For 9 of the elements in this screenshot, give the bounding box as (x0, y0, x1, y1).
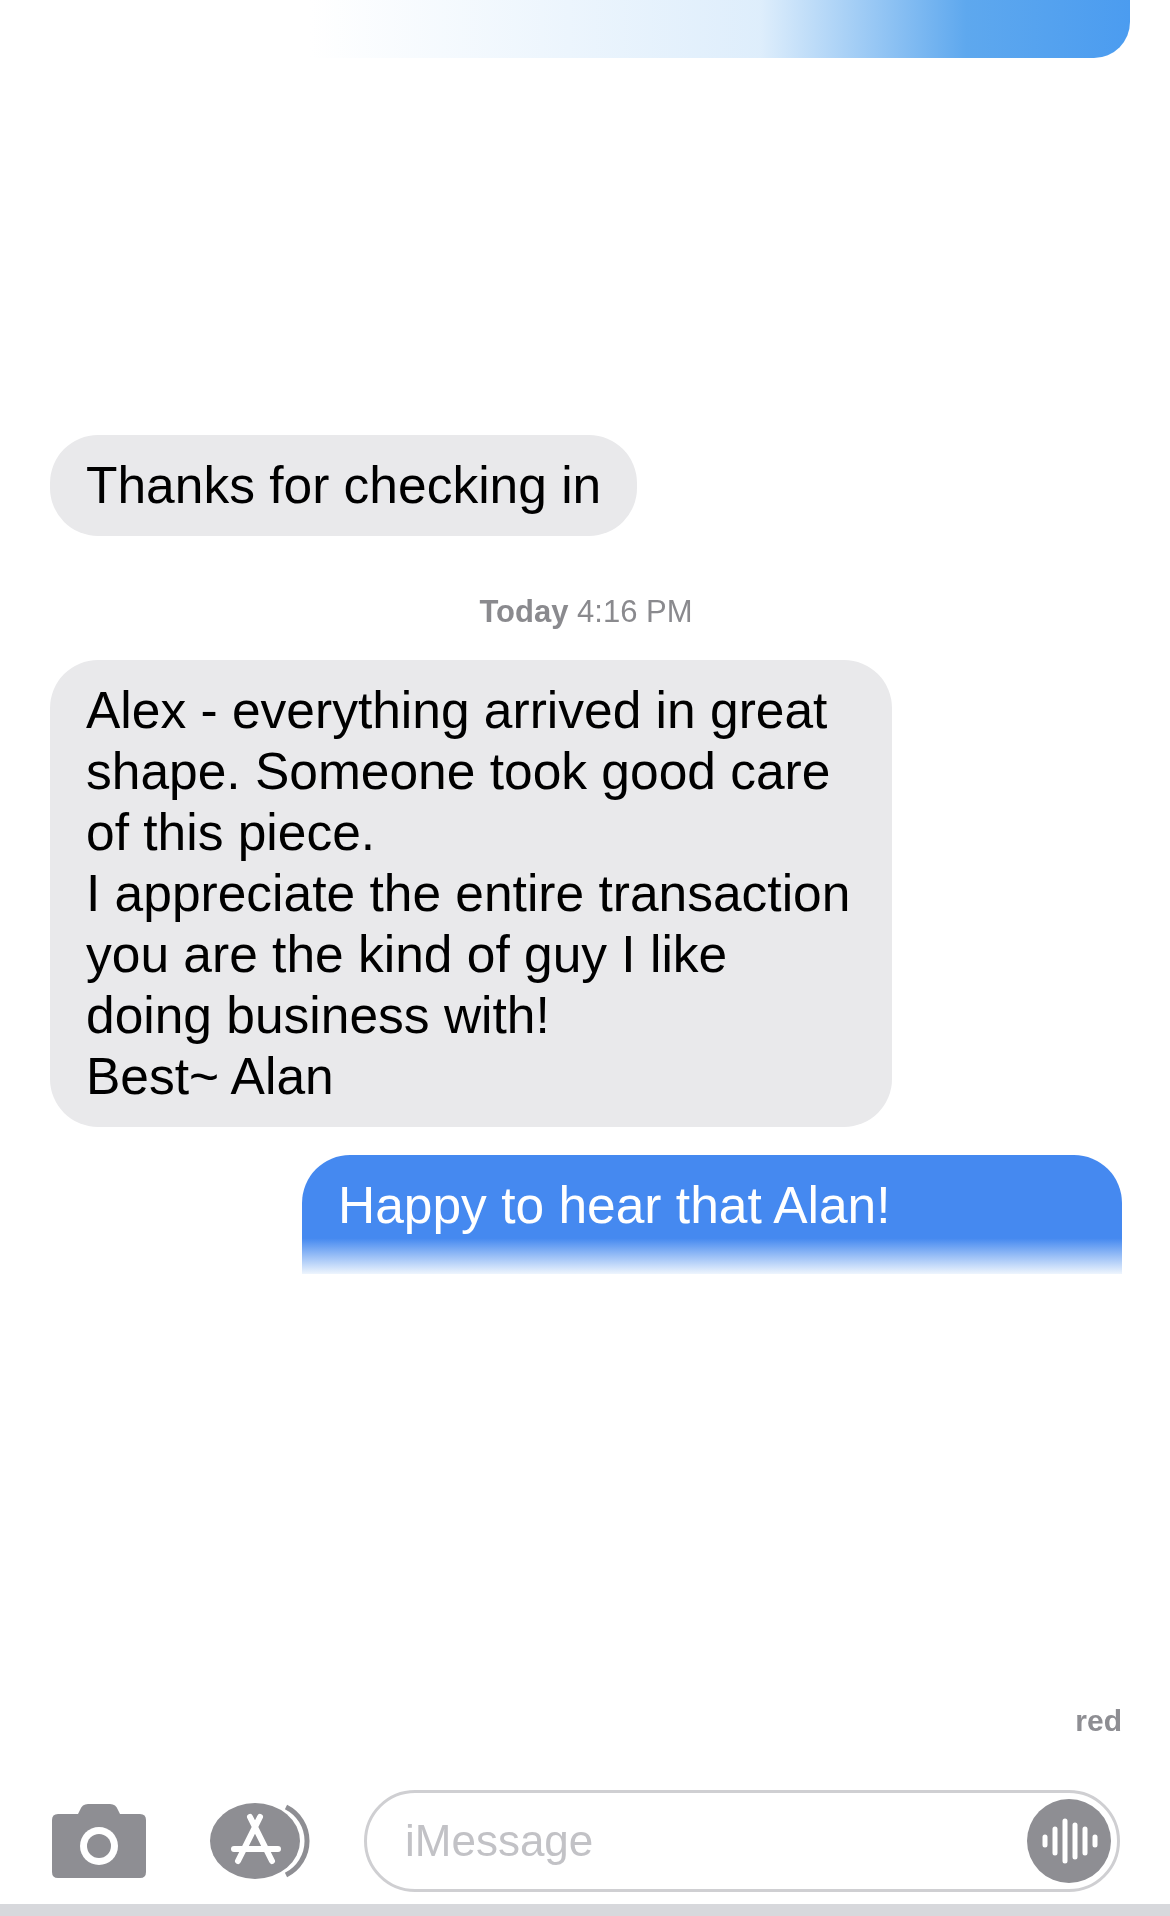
message-bubble: Alex - everything arrived in great shape. Someone took good care of this piece. I appreciate the entire transaction you are the kind of guy I like doing business with! Best~ Alan (50, 660, 892, 1127)
message-bubble: Happy to hear that Alan! (302, 1155, 1122, 1274)
timestamp: Today 4:16 PM (479, 594, 693, 630)
message-field[interactable]: iMessage (403, 1815, 1027, 1867)
delivery-status: red (1075, 1704, 1122, 1738)
message-bubble: Thanks for checking in (50, 435, 638, 536)
camera-icon[interactable] (52, 1804, 146, 1878)
message-box[interactable]: iMessage (364, 1790, 1120, 1892)
audio-wave-icon[interactable] (1027, 1799, 1111, 1883)
